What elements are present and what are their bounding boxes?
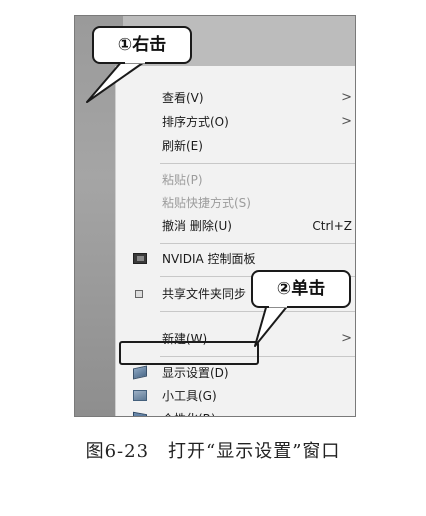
figure-caption: 图6-23 打开“显示设置”窗口 — [85, 441, 341, 462]
screenshot-frame: 查看(V) > 排序方式(O) > 刷新(E) 粘贴(P) 粘贴快捷方式(S) … — [74, 15, 356, 417]
callout-pointer-joins — [125, 60, 287, 308]
